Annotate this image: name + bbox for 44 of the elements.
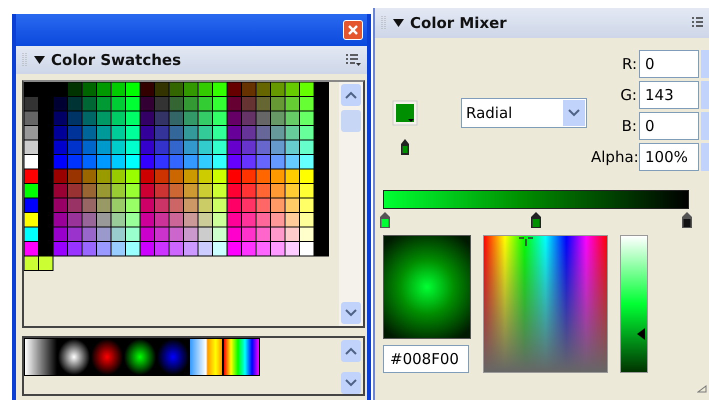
channel-value-field[interactable]: 143 [639, 81, 699, 109]
channel-value-field[interactable]: 0 [639, 112, 699, 140]
color-stop-icon[interactable] [530, 211, 542, 229]
panel-title: Color Mixer [410, 14, 507, 32]
channel-slider-button[interactable] [701, 81, 709, 109]
color-spectrum[interactable] [483, 235, 608, 373]
channel-slider-button[interactable] [701, 112, 709, 140]
grip-icon [22, 52, 28, 68]
scroll-down-button[interactable] [341, 372, 361, 394]
channel-label: B: [620, 117, 637, 135]
brightness-pointer-icon[interactable] [637, 328, 645, 340]
color-stop-icon[interactable] [379, 211, 391, 229]
collapse-triangle-icon[interactable] [393, 18, 404, 28]
brightness-bar[interactable] [620, 235, 648, 373]
channel-label: R: [620, 55, 637, 73]
resize-grip-icon[interactable] [697, 385, 707, 393]
crosshair-icon[interactable] [519, 236, 533, 246]
caret-icon [568, 109, 580, 117]
scroll-thumb[interactable] [341, 110, 361, 132]
channel-label: G: [619, 86, 637, 104]
panel-menu-icon[interactable] [345, 53, 361, 67]
channel-slider-button[interactable] [701, 50, 709, 78]
color-stop-icon[interactable] [398, 138, 412, 156]
collapse-triangle-icon[interactable] [34, 55, 45, 65]
scroll-up-button[interactable] [341, 340, 361, 362]
color-stop-icon[interactable] [681, 211, 693, 229]
channel-value-field[interactable]: 0 [639, 50, 699, 78]
gradient-swatches-drawing[interactable] [24, 338, 260, 376]
close-icon [347, 24, 359, 36]
panel-menu-icon[interactable] [691, 16, 703, 30]
channel-value-field[interactable]: 100% [639, 143, 699, 171]
panel-title: Color Swatches [51, 51, 182, 69]
gradient-bar[interactable] [383, 190, 689, 209]
close-button[interactable] [343, 20, 363, 40]
swatch-grid-drawing[interactable] [24, 82, 329, 271]
scrollbar[interactable] [339, 82, 363, 326]
channel-slider-button[interactable] [701, 143, 709, 171]
scroll-down-button[interactable] [341, 302, 361, 324]
hex-field[interactable]: #008F00 [383, 345, 469, 373]
scroll-up-button[interactable] [341, 84, 361, 106]
fill-type-dropdown[interactable]: Radial [461, 98, 587, 128]
grip-icon [381, 15, 387, 31]
fill-color-icon[interactable] [392, 100, 418, 126]
channel-label: Alpha: [591, 148, 637, 166]
